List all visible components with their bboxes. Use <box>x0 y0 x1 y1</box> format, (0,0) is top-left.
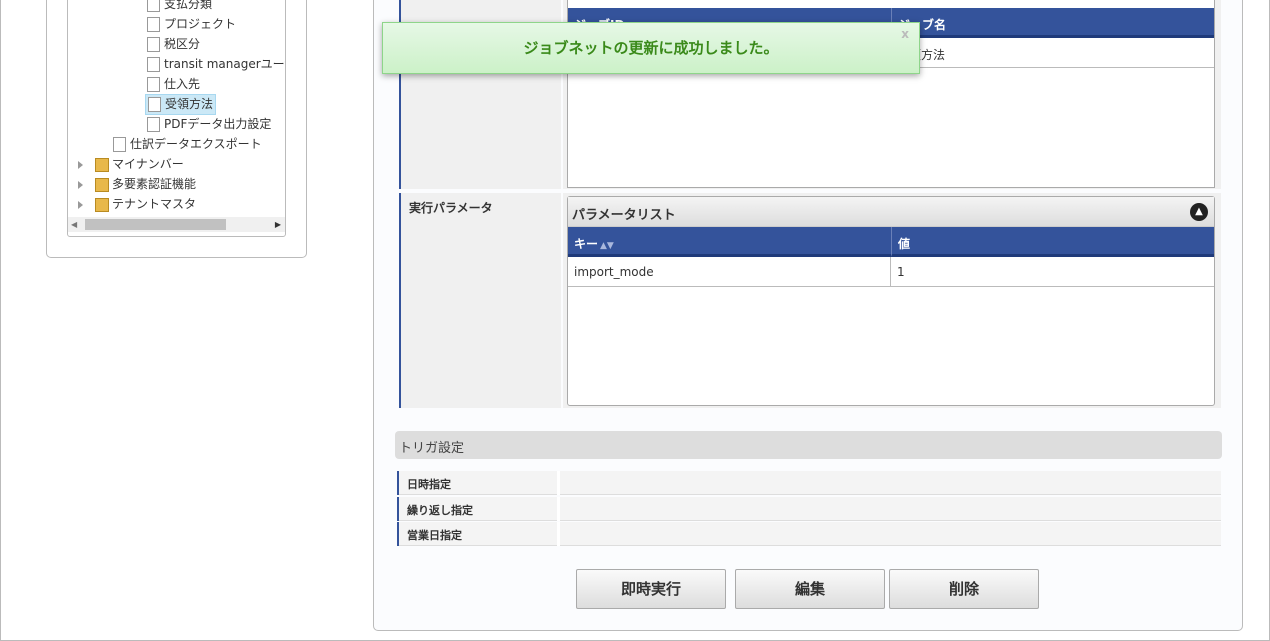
col-job-name[interactable]: ジョブ名 <box>891 8 1214 38</box>
horizontal-scrollbar[interactable]: ◀ ▶ <box>68 217 285 232</box>
trigger-businessday-label: 営業日指定 <box>397 522 560 546</box>
col-key-label: キー <box>574 237 599 251</box>
delete-button[interactable]: 削除 <box>889 569 1039 609</box>
run-now-button[interactable]: 即時実行 <box>576 569 726 609</box>
expand-icon[interactable] <box>78 160 83 169</box>
scrollbar-thumb[interactable] <box>85 219 226 230</box>
trigger-datetime-label: 日時指定 <box>397 471 560 495</box>
folder-icon <box>95 177 109 192</box>
expand-icon[interactable] <box>78 200 83 209</box>
document-icon <box>144 57 160 75</box>
scroll-left-icon[interactable]: ◀ <box>71 220 77 229</box>
param-value-cell: 1 <box>891 257 1214 287</box>
param-key-cell: import_mode <box>568 257 891 287</box>
tree-folder[interactable]: マイナンバー <box>78 155 184 174</box>
tree-node[interactable]: transit managerユーザ <box>144 55 285 75</box>
tree-node[interactable]: PDFデータ出力設定 <box>144 115 271 135</box>
params-grid: パラメータリスト ▲ キー ▲▼ 値 import_mode 1 <box>567 196 1215 406</box>
tree-view: 支払分類 プロジェクト 税区分 transit managerユーザ 仕入先 受… <box>67 0 286 237</box>
document-icon <box>144 17 160 35</box>
close-icon[interactable]: x <box>901 9 909 59</box>
trigger-row: 繰り返し指定 <box>397 497 1221 521</box>
folder-icon <box>95 157 109 172</box>
collapse-icon[interactable]: ▲ <box>1190 203 1208 221</box>
tree-node-selected[interactable]: 受領方法 <box>145 94 217 115</box>
tree-node[interactable]: 支払分類 <box>144 0 212 15</box>
edit-button[interactable]: 編集 <box>735 569 885 609</box>
job-name-cell: 受領方法 <box>891 38 1214 68</box>
document-icon <box>145 97 161 115</box>
col-value[interactable]: 値 <box>891 227 1214 257</box>
document-icon <box>144 0 160 15</box>
params-label: 実行パラメータ <box>399 193 561 408</box>
col-key[interactable]: キー ▲▼ <box>568 227 891 257</box>
tree-node[interactable]: 税区分 <box>144 35 200 55</box>
params-caption-text: パラメータリスト <box>572 208 676 223</box>
params-caption: パラメータリスト <box>568 197 1214 227</box>
folder-icon <box>95 197 109 212</box>
tree-folder[interactable]: 多要素認証機能 <box>78 175 196 194</box>
expand-icon[interactable] <box>78 180 83 189</box>
tree-node[interactable]: 仕入先 <box>144 75 200 95</box>
tree-folder[interactable]: テナントマスタ <box>78 195 196 214</box>
scroll-right-icon[interactable]: ▶ <box>275 220 281 229</box>
trigger-section-header: トリガ設定 <box>395 431 1222 459</box>
trigger-repeat-label: 繰り返し指定 <box>397 497 560 521</box>
sort-icon[interactable]: ▲▼ <box>600 241 614 251</box>
success-toast: ジョブネットの更新に成功しました。 x <box>382 22 920 74</box>
trigger-row: 営業日指定 <box>397 522 1221 546</box>
tree-node[interactable]: プロジェクト <box>144 15 236 35</box>
document-icon <box>144 117 160 135</box>
tree-node[interactable]: 仕訳データエクスポート <box>110 135 262 155</box>
trigger-row: 日時指定 <box>397 471 1221 495</box>
toast-message: ジョブネットの更新に成功しました。 <box>523 39 779 57</box>
document-icon <box>144 77 160 95</box>
document-icon <box>110 137 126 155</box>
document-icon <box>144 37 160 55</box>
